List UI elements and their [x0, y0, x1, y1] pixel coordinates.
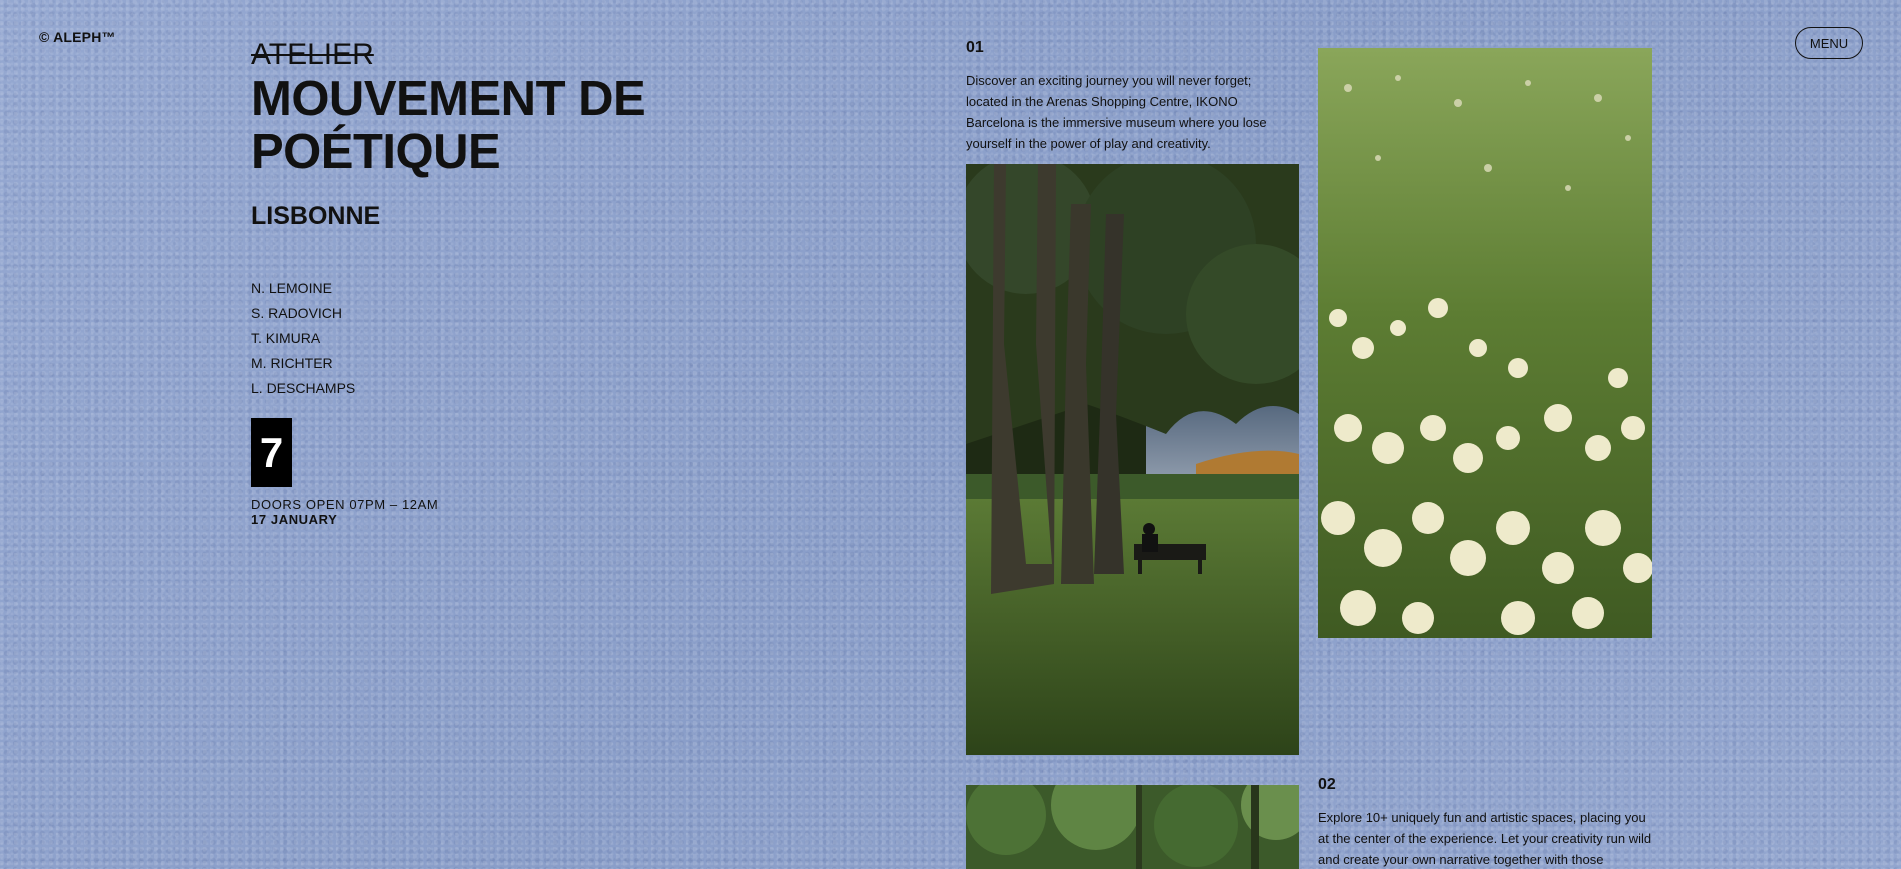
park-photo-graphic [966, 164, 1299, 755]
doors-open-time: DOORS OPEN 07PM – 12AM [251, 497, 439, 512]
event-title-line-2: POÉTIQUE [251, 125, 501, 179]
artist-name: N. LEMOINE [251, 280, 332, 296]
menu-button[interactable]: MENU [1795, 27, 1863, 59]
section-description: Explore 10+ uniquely fun and artistic sp… [1318, 810, 1652, 867]
event-overline: ATELIER [251, 38, 374, 71]
section-number: 02 [1318, 776, 1336, 793]
section-description: Discover an exciting journey you will ne… [966, 73, 1267, 151]
artist-name: M. RICHTER [251, 355, 333, 371]
event-info: ATELIER MOUVEMENT DE POÉTIQUE LISBONNE N… [251, 40, 771, 527]
event-title: MOUVEMENT DE POÉTIQUE [251, 73, 771, 179]
event-date: 17 JANUARY [251, 512, 338, 527]
artist-name: T. KIMURA [251, 330, 321, 346]
meadow-photo-graphic [1318, 48, 1652, 638]
event-title-line-1: MOUVEMENT DE [251, 72, 646, 126]
artist-name: L. DESCHAMPS [251, 380, 356, 396]
brand-copyright[interactable]: © ALEPH™ [39, 29, 116, 45]
artist-list: N. LEMOINE S. RADOVICH T. KIMURA M. RICH… [251, 276, 771, 401]
forest-photo-graphic [966, 785, 1299, 869]
section-number: 01 [966, 39, 984, 56]
wildflower-meadow-photo [1318, 48, 1652, 638]
event-city: LISBONNE [251, 202, 381, 230]
park-with-bench-photo [966, 164, 1299, 755]
day-number-badge: 7 [251, 418, 292, 487]
forest-photo [966, 785, 1299, 869]
artist-name: S. RADOVICH [251, 305, 343, 321]
